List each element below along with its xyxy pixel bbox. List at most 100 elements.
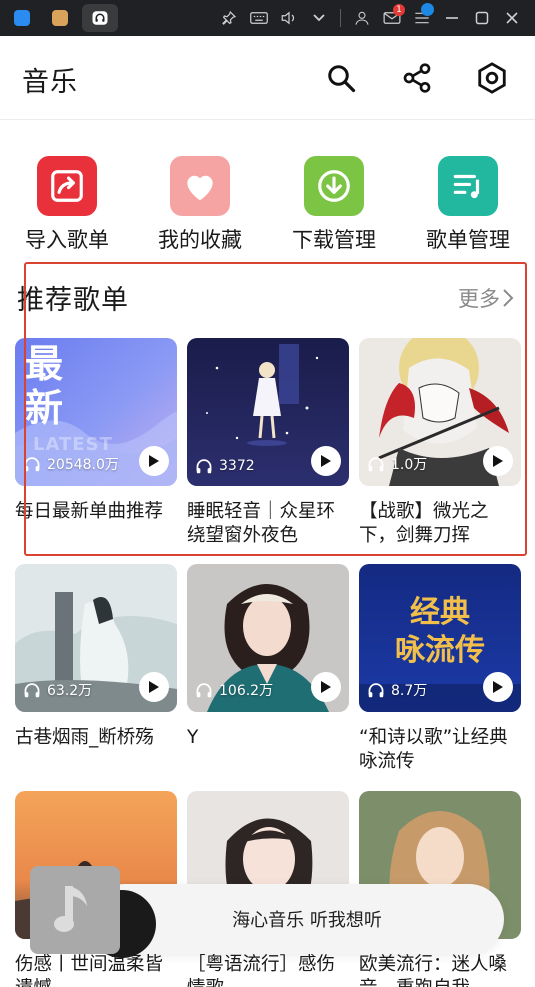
maximize-icon — [475, 11, 489, 25]
headphones-icon — [24, 683, 40, 698]
page-title: 音乐 — [22, 67, 78, 98]
headphones-icon — [24, 457, 40, 472]
download-manage-button[interactable]: 下载管理 — [274, 150, 394, 260]
playlist-title: 每日最新单曲推荐 — [15, 501, 164, 522]
chevron-down-icon — [313, 14, 325, 22]
share-button[interactable] — [397, 58, 437, 98]
play-count-value: 8.7万 — [391, 683, 428, 699]
play-count: 3372 — [195, 458, 255, 474]
download-manage-label: 下载管理 — [292, 228, 376, 252]
headphones-icon — [368, 683, 384, 698]
volume-icon — [281, 11, 295, 25]
search-button[interactable] — [321, 58, 361, 98]
play-button[interactable] — [139, 446, 169, 476]
play-button[interactable] — [139, 672, 169, 702]
playlist-title: Y — [187, 727, 199, 748]
app2-icon — [52, 10, 68, 26]
app1-icon — [14, 10, 30, 26]
mini-player[interactable]: 海心音乐 听我想听 — [30, 866, 504, 958]
svg-text:经典: 经典 — [410, 595, 470, 630]
headphones-icon — [196, 683, 212, 698]
settings-button[interactable] — [472, 58, 512, 98]
volume-button[interactable] — [274, 0, 304, 36]
dropdown-button[interactable] — [304, 0, 334, 36]
playlist-cover: 106.2万 — [187, 564, 349, 712]
mail-badge: 1 — [393, 4, 405, 16]
play-icon — [149, 455, 159, 467]
cover-text-latest: 最新 — [25, 342, 64, 430]
mail-button[interactable]: 1 — [377, 0, 407, 36]
more-label: 更多 — [458, 287, 500, 311]
play-icon — [321, 681, 331, 693]
maximize-button[interactable] — [467, 0, 497, 36]
play-count-value: 106.2万 — [219, 683, 274, 699]
playlist-manage-icon — [453, 174, 480, 199]
play-count: 106.2万 — [195, 680, 273, 700]
pin-icon — [222, 10, 237, 25]
more-link[interactable]: 更多 — [458, 283, 514, 313]
close-button[interactable] — [497, 0, 527, 36]
app-header: 音乐 — [0, 36, 535, 120]
import-playlist-button[interactable]: 导入歌单 — [7, 150, 127, 260]
my-favorites-label: 我的收藏 — [158, 228, 242, 252]
play-icon — [149, 681, 159, 693]
search-icon — [328, 65, 356, 93]
headphones-icon — [368, 457, 384, 472]
playlist-cover: 3372 — [187, 338, 349, 486]
os-tab-music[interactable] — [82, 4, 118, 32]
play-button[interactable] — [311, 672, 341, 702]
os-separator — [340, 9, 341, 27]
play-button[interactable] — [311, 446, 341, 476]
playlist-cover: 63.2万 — [15, 564, 177, 712]
os-tab-app1[interactable] — [6, 4, 38, 32]
user-icon — [355, 11, 369, 25]
playlist-title: ［粤语流行］感伤情歌 — [187, 954, 336, 987]
chevron-right-icon — [503, 289, 514, 307]
os-title-bar: 1 — [0, 0, 535, 36]
headphones-icon — [196, 459, 212, 474]
play-count: 8.7万 — [367, 680, 427, 700]
account-button[interactable] — [347, 0, 377, 36]
svg-text:咏流传: 咏流传 — [395, 633, 485, 668]
quick-actions: 导入歌单 我的收藏 下载管理 歌单管理 — [0, 150, 535, 260]
menu-button[interactable] — [407, 0, 437, 36]
minimize-button[interactable] — [437, 0, 467, 36]
play-count: 1.0万 — [367, 454, 427, 474]
play-button[interactable] — [483, 446, 513, 476]
play-icon — [493, 455, 503, 467]
my-favorites-button[interactable]: 我的收藏 — [140, 150, 260, 260]
import-playlist-label: 导入歌单 — [25, 228, 109, 252]
play-count: 63.2万 — [23, 680, 92, 700]
download-tile — [304, 156, 364, 216]
play-count-value: 3372 — [219, 458, 255, 474]
cover-text-latest-en: LATEST — [33, 434, 113, 455]
playlist-title: 睡眠轻音｜众星环绕望窗外夜色 — [187, 501, 336, 546]
playlist-cover: 最新 LATEST 20548.0万 — [15, 338, 177, 486]
os-tab-app2[interactable] — [44, 4, 76, 32]
playlist-manage-tile — [438, 156, 498, 216]
play-count-value: 1.0万 — [391, 457, 428, 473]
playlist-title: 【战歌】微光之下，剑舞刀挥 — [359, 501, 489, 546]
heart-icon — [187, 175, 213, 201]
playlist-title: 伤感丨世间温柔皆遗憾 — [15, 954, 164, 987]
playlist-title: 欧美流行：迷人嗓音，重跑自我 — [359, 954, 508, 987]
play-icon — [321, 455, 331, 467]
share-icon — [403, 63, 431, 93]
mini-player-text: 海心音乐 听我想听 — [232, 910, 382, 931]
playlist-manage-button[interactable]: 歌单管理 — [408, 150, 528, 260]
favorites-tile — [170, 156, 230, 216]
headphones-icon — [92, 11, 108, 25]
play-button[interactable] — [483, 672, 513, 702]
playlist-title: “和诗以歌”让经典咏流传 — [359, 727, 508, 772]
pin-button[interactable] — [214, 0, 244, 36]
keyboard-button[interactable] — [244, 0, 274, 36]
update-badge-icon — [421, 3, 434, 16]
import-tile — [37, 156, 97, 216]
minimize-icon — [446, 17, 458, 19]
play-count: 20548.0万 — [23, 454, 119, 474]
keyboard-icon — [250, 12, 268, 24]
close-icon — [506, 12, 518, 24]
play-count-value: 20548.0万 — [47, 457, 119, 473]
playlist-manage-label: 歌单管理 — [426, 228, 510, 252]
play-count-value: 63.2万 — [47, 683, 93, 699]
